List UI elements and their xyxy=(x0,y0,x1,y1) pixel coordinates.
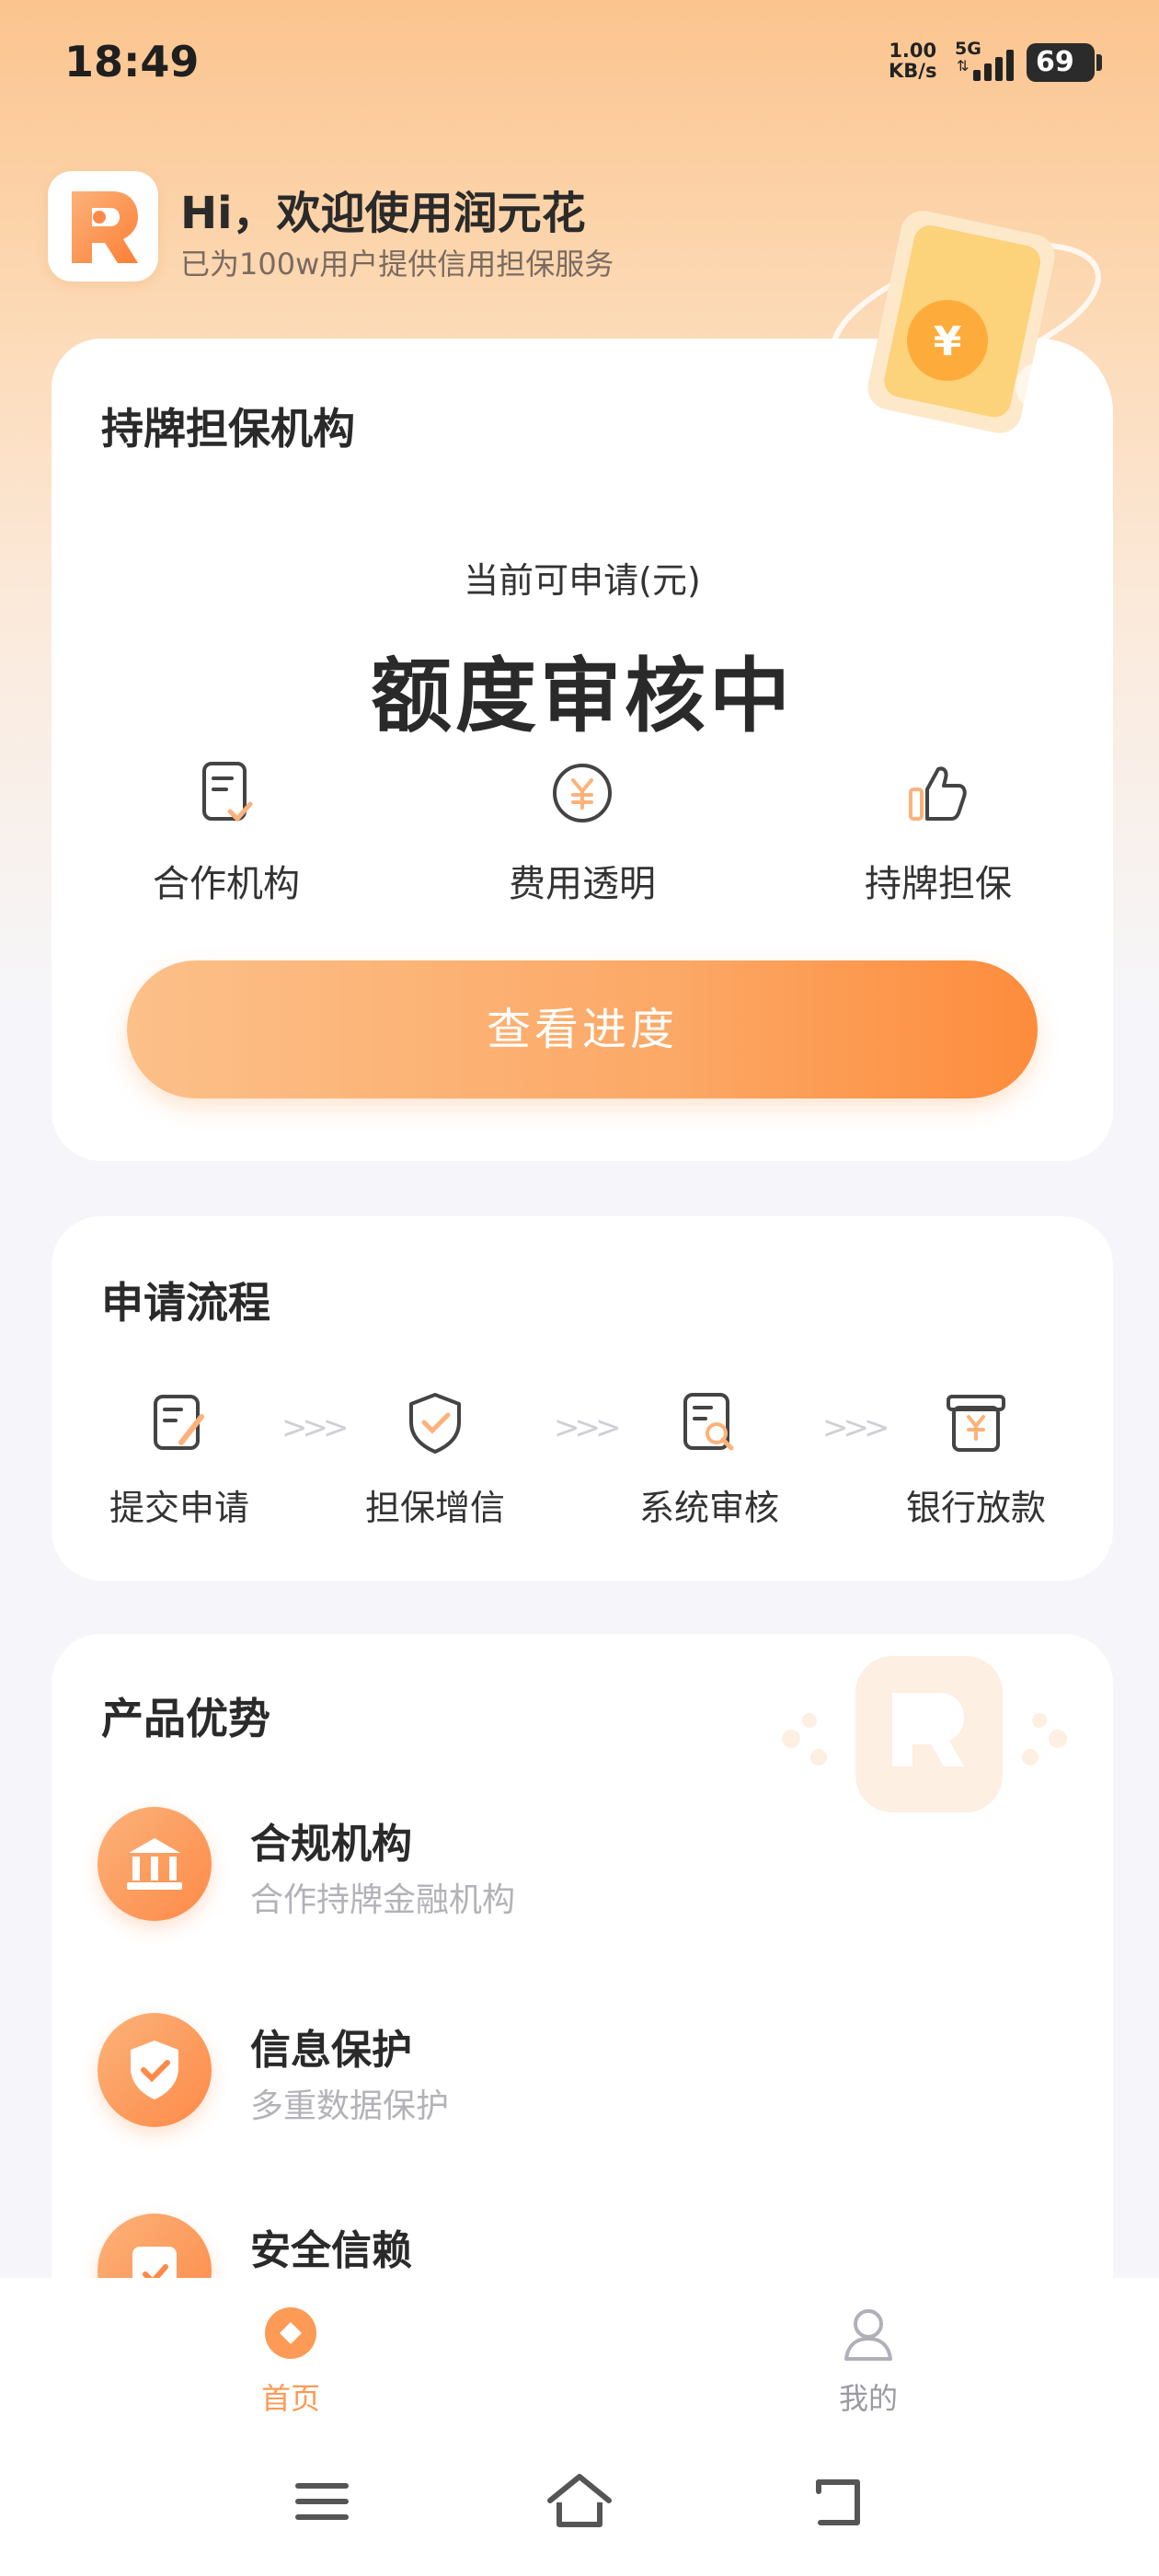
status-bar: 18:49 1.00 KB/s 5G ⇅ 69 xyxy=(0,0,1159,129)
user-icon xyxy=(839,2304,898,2363)
watermark-logo xyxy=(754,1638,1104,1822)
apply-label: 当前可申请(元) xyxy=(464,560,701,601)
tab-label: 首页 xyxy=(260,2381,320,2416)
feature-licensed: 持牌担保 xyxy=(800,756,1076,907)
home-icon[interactable] xyxy=(543,2469,616,2534)
feature-label: 持牌担保 xyxy=(865,863,1012,905)
process-card-title: 申请流程 xyxy=(98,1270,270,1330)
edit-document-icon xyxy=(144,1387,214,1457)
back-icon[interactable] xyxy=(800,2469,874,2534)
tab-home[interactable]: 首页 xyxy=(199,2304,383,2418)
feature-partner: 合作机构 xyxy=(88,756,364,907)
greeting-title: Hi，欢迎使用润元花 xyxy=(180,188,586,239)
document-check-icon xyxy=(189,756,263,830)
view-progress-button[interactable]: 查看进度 xyxy=(127,960,1038,1098)
process-card: 申请流程 提交申请 >>> 担保增信 >>> 系统审核 >>> 银行放款 xyxy=(52,1216,1113,1581)
menu-icon[interactable] xyxy=(285,2469,359,2534)
step-guarantee: 担保增信 xyxy=(329,1387,541,1530)
advantages-card-title: 产品优势 xyxy=(98,1685,270,1746)
status-time: 18:49 xyxy=(64,37,200,86)
bottom-tab-bar: 首页 我的 xyxy=(0,2278,1159,2425)
feature-label: 费用透明 xyxy=(509,863,656,905)
signal-bars-icon xyxy=(973,50,1017,81)
feature-label: 合作机构 xyxy=(153,863,300,905)
yuan-box-icon xyxy=(941,1387,1011,1457)
battery-icon: 69 xyxy=(1027,43,1102,82)
step-submit: 提交申请 xyxy=(74,1387,285,1530)
apply-value: 额度审核中 xyxy=(370,649,794,743)
network-speed-unit: KB/s xyxy=(889,60,937,82)
step-label: 系统审核 xyxy=(638,1488,779,1528)
feature-fees: 费用透明 xyxy=(444,756,720,907)
advantage-title: 合规机构 xyxy=(250,1821,412,1868)
battery-level: 69 xyxy=(1036,46,1074,78)
system-nav-bar xyxy=(0,2425,1159,2576)
document-search-icon xyxy=(674,1387,744,1457)
step-loan: 银行放款 xyxy=(870,1387,1082,1530)
shield-check-icon xyxy=(400,1387,470,1457)
advantage-subtitle: 多重数据保护 xyxy=(250,2087,450,2125)
data-arrows-icon: ⇅ xyxy=(957,57,970,75)
home-coin-icon xyxy=(261,2304,320,2363)
thumbs-up-icon xyxy=(901,756,975,830)
network-speed-value: 1.00 xyxy=(889,40,937,62)
advantage-subtitle: 合作持牌金融机构 xyxy=(250,1881,516,1919)
greeting-subtitle: 已为100w用户提供信用担保服务 xyxy=(180,247,614,282)
shield-icon xyxy=(98,2013,212,2127)
advantage-item: 合规机构 合作持牌金融机构 xyxy=(98,1807,1017,1926)
quota-card-title: 持牌担保机构 xyxy=(98,396,355,456)
step-label: 银行放款 xyxy=(905,1488,1046,1528)
step-label: 提交申请 xyxy=(109,1488,249,1528)
network-speed: 1.00 KB/s xyxy=(889,40,936,81)
step-review: 系统审核 xyxy=(603,1387,815,1530)
tab-label: 我的 xyxy=(838,2381,898,2416)
tab-mine[interactable]: 我的 xyxy=(776,2304,960,2418)
step-label: 担保增信 xyxy=(364,1488,505,1528)
svg-text:¥: ¥ xyxy=(934,318,962,365)
money-illustration: ¥ xyxy=(809,202,1122,442)
yuan-coin-icon xyxy=(545,756,619,830)
bank-icon xyxy=(98,1807,212,1921)
advantage-title: 安全信赖 xyxy=(250,2227,412,2274)
quota-card: 持牌担保机构 当前可申请(元) 额度审核中 合作机构 费用透明 持牌担保 查看进… xyxy=(52,339,1113,1161)
advantage-title: 信息保护 xyxy=(250,2027,412,2074)
advantage-item: 信息保护 多重数据保护 xyxy=(98,2013,1017,2133)
app-logo xyxy=(48,171,158,282)
